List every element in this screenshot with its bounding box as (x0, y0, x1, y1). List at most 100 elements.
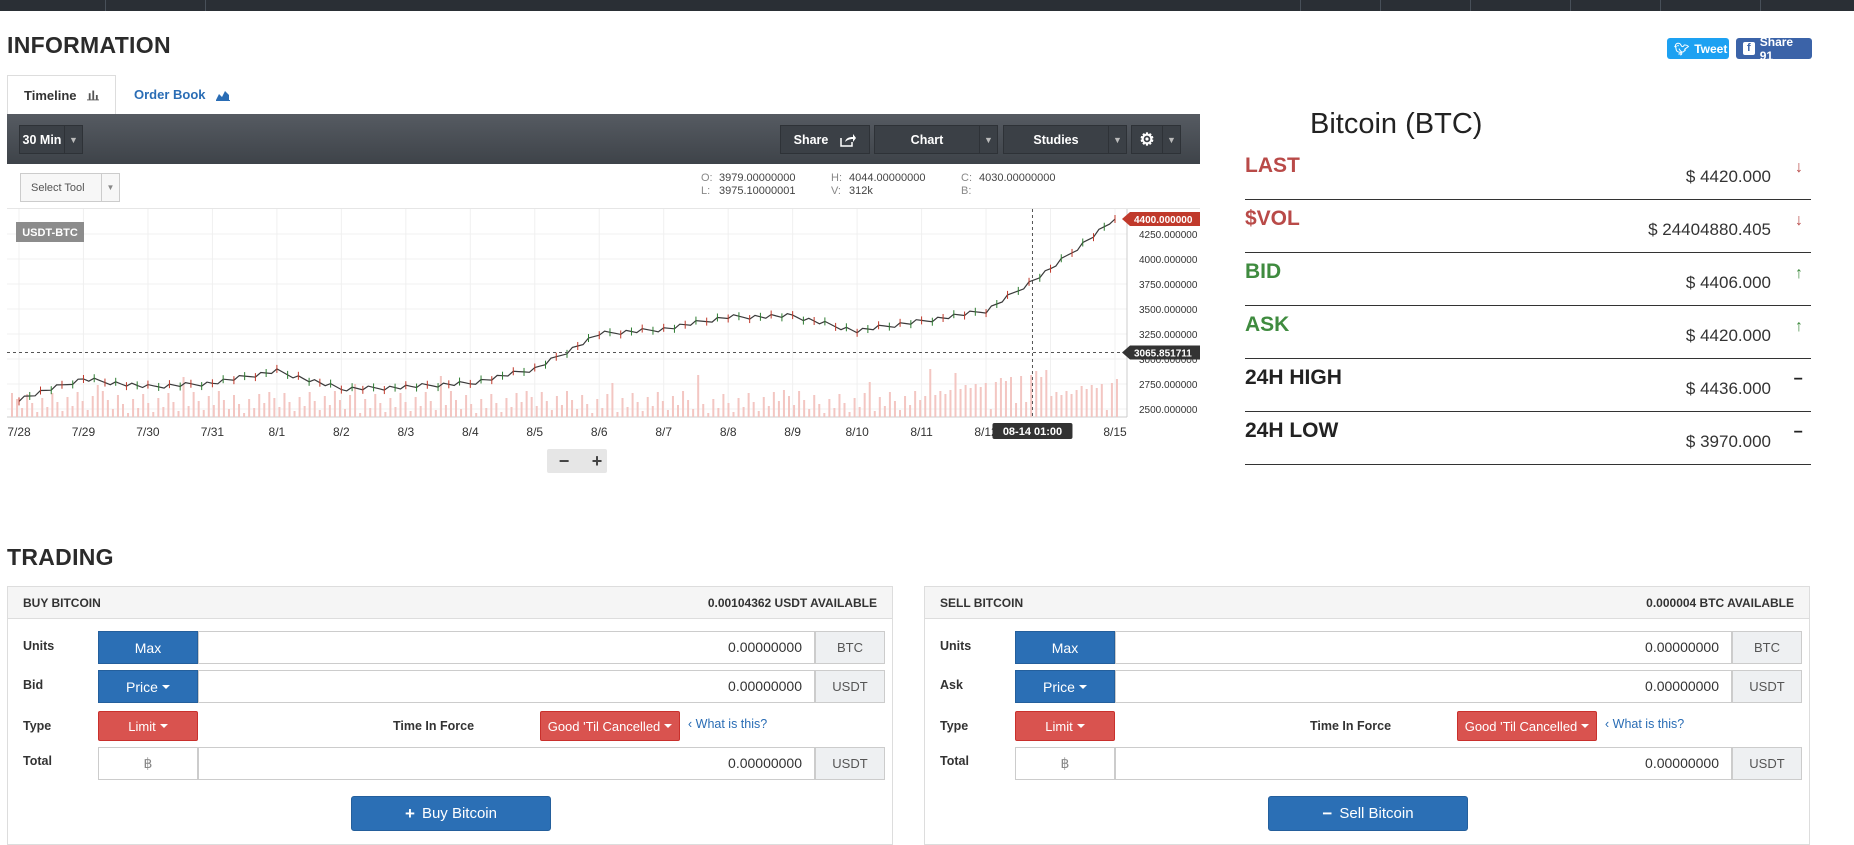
x-tick-label: 7/28 (7, 425, 31, 439)
market-label: 24H HIGH (1245, 366, 1342, 389)
total-input[interactable]: 0.00000000 (198, 747, 815, 780)
volume-bar (480, 399, 483, 417)
volume-bar (722, 394, 725, 417)
price-dropdown[interactable]: Price (1015, 670, 1115, 703)
volume-bar (344, 409, 346, 417)
market-label: LAST (1245, 154, 1300, 177)
volume-bar (424, 392, 427, 417)
volume-bar (26, 394, 29, 417)
volume-bar (929, 369, 932, 417)
volume-bar (71, 406, 74, 417)
chart-type-select[interactable]: Chart ▼ (874, 125, 998, 154)
order-type-dropdown[interactable]: Limit (98, 711, 198, 741)
volume-bar (409, 411, 412, 417)
volume-bar (414, 397, 417, 417)
volume-bar (737, 398, 740, 417)
y-tick-label: 3750.000000 (1139, 280, 1198, 291)
volume-bar (1004, 381, 1007, 417)
volume-bar (328, 405, 331, 417)
bitcoin-icon: ฿ (98, 747, 198, 780)
volume-bar (81, 401, 84, 417)
price-input[interactable]: 0.00000000 (198, 670, 815, 703)
interval-select[interactable]: 30 Min ▼ (19, 125, 83, 154)
zoom-in-button[interactable]: + (592, 451, 603, 471)
trading-title: TRADING (7, 544, 114, 570)
buy-bitcoin-button[interactable]: + Buy Bitcoin (351, 796, 551, 831)
what-is-this-link[interactable]: ‹ What is this? (688, 717, 767, 731)
volume-bar (949, 390, 952, 417)
volume-bar (111, 409, 114, 417)
volume-bar (586, 404, 589, 417)
volume-bar (243, 413, 246, 417)
arrow-down-icon: ↓ (1795, 159, 1803, 176)
volume-bar (142, 394, 145, 417)
chart-share-button[interactable]: Share (780, 125, 870, 154)
price-input[interactable]: 0.00000000 (1115, 670, 1732, 703)
volume-bar (525, 391, 528, 417)
volume-bar (470, 404, 473, 417)
max-button[interactable]: Max (98, 631, 198, 664)
market-row-bid: BID $ 4406.000 ↑ (1245, 253, 1811, 306)
chart-settings-button[interactable]: ⚙ ▼ (1131, 125, 1181, 154)
y-tick-label: 4000.000000 (1139, 255, 1198, 266)
market-value: $ 4406.000 (1685, 273, 1771, 292)
max-button[interactable]: Max (1015, 631, 1115, 664)
crosshair-time-label: 08-14 01:00 (1003, 426, 1062, 438)
market-row-24h-high: 24H HIGH $ 4436.000 − (1245, 359, 1811, 412)
tab-order-book[interactable]: Order Book (118, 75, 246, 114)
select-tool-dropdown[interactable]: Select Tool ▼ (20, 173, 120, 202)
plus-icon: + (405, 803, 415, 823)
zoom-out-button[interactable]: − (559, 451, 570, 471)
ohlc-open: O: 3979.00000000 (701, 172, 796, 184)
x-tick-label: 7/31 (201, 425, 225, 439)
tab-timeline[interactable]: Timeline (7, 75, 116, 114)
type-label: Type (940, 719, 969, 733)
what-is-this-link[interactable]: ‹ What is this? (1605, 717, 1684, 731)
price-dropdown[interactable]: Price (98, 670, 198, 703)
volume-bar (697, 375, 700, 417)
price-chart[interactable]: 4250.000000 4000.000000 3750.000000 3500.00… (7, 209, 1200, 515)
volume-bar (651, 406, 654, 417)
sell-bitcoin-button[interactable]: − Sell Bitcoin (1268, 796, 1468, 831)
tweet-button[interactable]: 🐦︎ Tweet (1667, 38, 1729, 59)
volume-bar (248, 399, 251, 417)
volume-bar (101, 391, 104, 417)
volume-bar (899, 410, 901, 417)
volume-bar (888, 392, 891, 417)
volume-bar (616, 412, 619, 417)
x-tick-label: 8/2 (333, 425, 350, 439)
volume-bar (979, 387, 982, 417)
volume-bar (1035, 371, 1038, 417)
volume-bar (455, 400, 457, 417)
volume-bar (530, 397, 533, 417)
volume-bar (263, 403, 266, 417)
symbol-label: USDT-BTC (22, 227, 78, 239)
price-unit: USDT (1732, 670, 1802, 703)
time-in-force-dropdown[interactable]: Good 'Til Cancelled (540, 711, 680, 741)
volume-bar (333, 391, 336, 417)
volume-bar (177, 411, 180, 417)
facebook-share-button[interactable]: f Share 91 (1736, 35, 1812, 63)
volume-bar (863, 393, 866, 417)
total-input[interactable]: 0.00000000 (1115, 747, 1732, 780)
market-row-ask: ASK $ 4420.000 ↑ (1245, 306, 1811, 359)
order-type-dropdown[interactable]: Limit (1015, 711, 1115, 741)
units-input[interactable]: 0.00000000 (198, 631, 815, 664)
caret-down-icon (159, 724, 168, 728)
volume-bar (566, 391, 568, 417)
volume-bar (384, 412, 387, 417)
time-in-force-dropdown[interactable]: Good 'Til Cancelled (1457, 711, 1597, 741)
type-label: Type (23, 719, 52, 733)
volume-bar (893, 401, 896, 417)
facebook-icon: f (1743, 42, 1755, 55)
volume-bar (858, 407, 861, 417)
y-tick-label: 2750.000000 (1139, 380, 1198, 391)
volume-bar (253, 408, 256, 417)
units-input[interactable]: 0.00000000 (1115, 631, 1732, 664)
studies-select[interactable]: Studies ▼ (1003, 125, 1127, 154)
volume-bar (449, 391, 452, 417)
volume-bar (540, 392, 543, 417)
caret-down-icon (161, 684, 170, 689)
panel-title: BUY BITCOIN (23, 596, 101, 610)
volume-bar (354, 384, 357, 417)
